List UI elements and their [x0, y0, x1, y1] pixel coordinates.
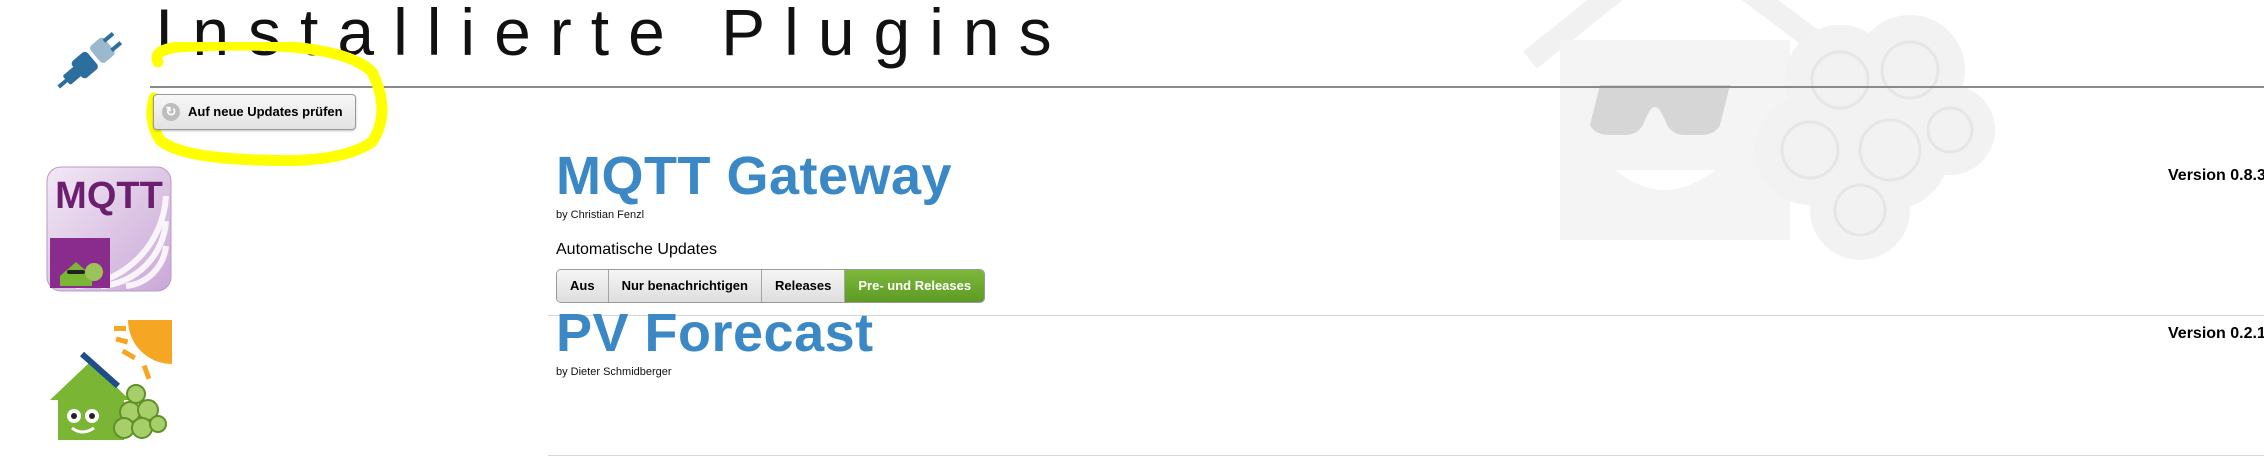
check-updates-button[interactable]: ↻ Auf neue Updates prüfen	[153, 94, 356, 130]
header-divider	[150, 86, 2264, 88]
refresh-icon: ↻	[162, 103, 180, 121]
plugin-author: by Dieter Schmidberger	[556, 366, 672, 378]
plugin-title-mqtt-gateway[interactable]: MQTT Gateway	[556, 145, 952, 207]
plugin-divider	[548, 455, 2264, 456]
plug-icon	[57, 31, 123, 89]
auto-updates-option-off[interactable]: Aus	[557, 270, 609, 302]
auto-updates-selector: Aus Nur benachrichtigen Releases Pre- un…	[556, 269, 986, 303]
auto-updates-label: Automatische Updates	[556, 241, 717, 258]
auto-updates-option-releases[interactable]: Releases	[761, 270, 846, 302]
auto-updates-option-prereleases[interactable]: Pre- und Releases	[845, 270, 985, 302]
pv-forecast-logo	[50, 320, 172, 440]
plugin-version: Version 0.8.3	[2168, 167, 2264, 184]
check-updates-label: Auf neue Updates prüfen	[188, 104, 343, 119]
loxberry-watermark-icon	[1523, 0, 1995, 260]
plugin-title-pv-forecast[interactable]: PV Forecast	[556, 302, 874, 364]
svg-text:MQTT: MQTT	[55, 175, 163, 217]
plugin-version: Version 0.2.1	[2168, 325, 2264, 342]
mqtt-gateway-logo: MQTT	[46, 166, 172, 292]
auto-updates-option-notify[interactable]: Nur benachrichtigen	[608, 270, 762, 302]
plugin-author: by Christian Fenzl	[556, 209, 645, 221]
